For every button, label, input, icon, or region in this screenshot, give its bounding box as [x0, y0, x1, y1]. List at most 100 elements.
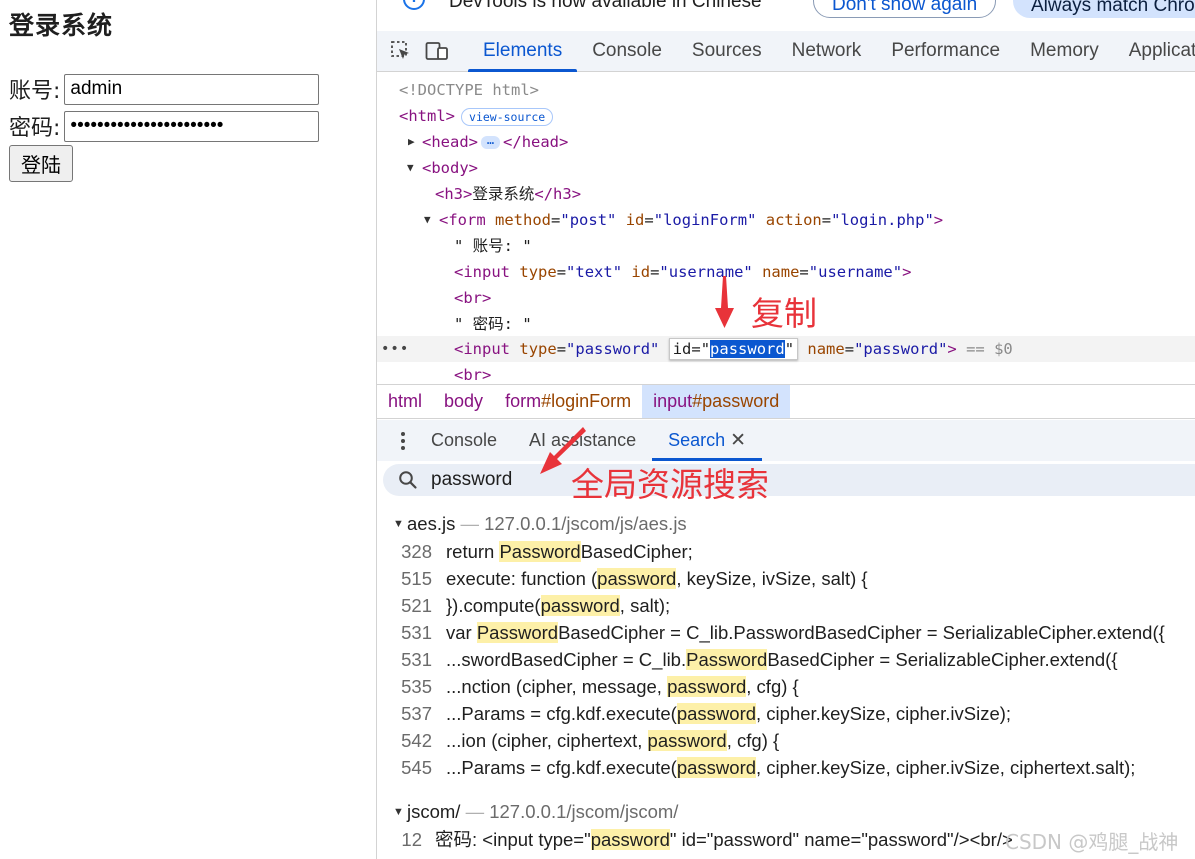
- devtools-panel: i DevTools is now available in Chinese D…: [376, 0, 1195, 859]
- match-highlight: password: [540, 595, 620, 616]
- breadcrumb-html[interactable]: html: [377, 385, 433, 418]
- dom-node-doctype[interactable]: <!DOCTYPE html>: [377, 77, 1195, 103]
- code-text: , keySize, ivSize, salt) {: [676, 568, 868, 589]
- line-number: 521: [401, 595, 432, 616]
- dom-node-html[interactable]: <html> view-source: [377, 103, 1195, 129]
- code-text: BasedCipher = C_lib.PasswordBasedCipher …: [558, 622, 1165, 643]
- code-text: , cipher.keySize, cipher.ivSize);: [756, 703, 1012, 724]
- dom-node-text-account[interactable]: " 账号: ": [377, 233, 1195, 259]
- selected-node-marker: == $0: [966, 340, 1013, 358]
- code-text: ...Params = cfg.kdf.execute(: [446, 703, 677, 724]
- always-match-chrome-button[interactable]: Always match Chrome: [1013, 0, 1195, 18]
- breadcrumb-body[interactable]: body: [433, 385, 494, 418]
- line-number: 328: [401, 541, 432, 562]
- line-number: 535: [401, 676, 432, 697]
- dom-node-input-username[interactable]: <input type="text" id="username" name="u…: [377, 259, 1195, 285]
- close-icon[interactable]: ✕: [730, 429, 746, 452]
- match-highlight: password: [667, 676, 747, 697]
- selected-attribute-value[interactable]: password: [710, 340, 785, 358]
- username-input[interactable]: [64, 73, 320, 105]
- device-toolbar-icon[interactable]: [425, 38, 449, 64]
- drawer-tab-search[interactable]: Search ✕: [652, 420, 763, 461]
- password-row: 密码:: [9, 110, 320, 142]
- login-button[interactable]: 登陆: [9, 145, 73, 182]
- result-code: 密码: <input type="password" id="password"…: [435, 826, 1013, 853]
- code-text: " id="password" name="password"/><br/>: [669, 829, 1013, 850]
- result-code: var PasswordBasedCipher = C_lib.Password…: [446, 619, 1165, 646]
- drawer-tab-console[interactable]: Console: [415, 420, 513, 461]
- match-highlight: password: [590, 829, 670, 850]
- watermark: CSDN @鸡腿_战神: [1005, 830, 1179, 854]
- dont-show-again-button[interactable]: Don't show again: [813, 0, 997, 18]
- result-code: execute: function (password, keySize, iv…: [446, 565, 868, 592]
- result-file-url: 127.0.0.1/jscom/js/aes.js: [484, 513, 687, 534]
- code-text: ...Params = cfg.kdf.execute(: [446, 757, 677, 778]
- password-input[interactable]: [64, 110, 320, 142]
- line-number: 531: [401, 622, 432, 643]
- page-heading: 登录系统: [9, 11, 114, 40]
- line-number: 537: [401, 703, 432, 724]
- expand-triangle-icon[interactable]: ▶: [408, 129, 415, 155]
- html-tag: html: [408, 107, 446, 125]
- drawer-tabbar: Console AI assistance Search ✕: [377, 420, 1195, 461]
- dom-node-body[interactable]: ▼ <body>: [377, 155, 1195, 181]
- tab-console[interactable]: Console: [577, 31, 677, 72]
- result-code: }).compute(password, salt);: [446, 592, 670, 619]
- collapse-triangle-icon[interactable]: ▼: [393, 511, 404, 537]
- result-code: ...ion (cipher, ciphertext, password, cf…: [446, 727, 779, 754]
- dom-node-br[interactable]: <br>: [377, 362, 1195, 384]
- match-highlight: Password: [476, 622, 559, 643]
- line-number: 531: [401, 649, 432, 670]
- copy-annotation: 复制: [751, 294, 817, 333]
- result-code: ...swordBasedCipher = C_lib.PasswordBase…: [446, 646, 1118, 673]
- language-infobar: i DevTools is now available in Chinese D…: [377, 0, 1195, 31]
- code-text: , cfg) {: [726, 730, 780, 751]
- breadcrumb-form[interactable]: form #loginForm: [494, 385, 642, 418]
- collapsed-children-badge[interactable]: …: [481, 134, 501, 149]
- breadcrumb: html body form #loginForm input #password: [377, 384, 1195, 419]
- match-highlight: Password: [686, 649, 768, 670]
- result-file-name: jscom/: [407, 801, 461, 822]
- result-code: return PasswordBasedCipher;: [446, 538, 693, 565]
- username-row: 账号:: [9, 73, 320, 105]
- result-file-url: 127.0.0.1/jscom/jscom/: [489, 801, 679, 822]
- collapse-triangle-icon[interactable]: ▼: [393, 799, 404, 825]
- match-highlight: password: [647, 730, 727, 751]
- doctype-text: <!DOCTYPE html>: [399, 81, 539, 99]
- attribute-editor[interactable]: id="password": [668, 338, 799, 360]
- collapse-triangle-icon[interactable]: ▼: [407, 155, 414, 181]
- match-highlight: password: [676, 703, 757, 724]
- line-number: 545: [401, 757, 432, 778]
- code-text: execute: function (: [446, 568, 598, 589]
- web-page: 登录系统 账号: 密码: 登陆: [0, 0, 376, 859]
- collapse-triangle-icon[interactable]: ▼: [424, 207, 431, 233]
- line-number: 542: [401, 730, 432, 751]
- tab-application[interactable]: Application: [1114, 31, 1195, 72]
- tab-elements[interactable]: Elements: [468, 31, 578, 72]
- dom-node-h3[interactable]: <h3>登录系统</h3>: [377, 181, 1195, 207]
- match-highlight: password: [676, 757, 757, 778]
- h3-text: 登录系统: [472, 185, 535, 203]
- tab-sources[interactable]: Sources: [677, 31, 777, 72]
- drawer-menu-icon[interactable]: [391, 431, 415, 450]
- code-text: , salt);: [619, 595, 671, 616]
- dom-node-head[interactable]: ▶ <head>… </head>: [377, 129, 1195, 155]
- match-highlight: Password: [499, 541, 581, 562]
- code-text: , cipher.keySize, cipher.ivSize, ciphert…: [756, 757, 1136, 778]
- code-text: 密码: <input type=": [435, 829, 591, 850]
- tab-memory[interactable]: Memory: [1015, 31, 1114, 72]
- dom-node-form[interactable]: ▼ <form method="post" id="loginForm" act…: [377, 207, 1195, 233]
- breadcrumb-input[interactable]: input #password: [642, 385, 791, 418]
- tab-performance[interactable]: Performance: [876, 31, 1015, 72]
- view-source-badge[interactable]: view-source: [461, 107, 554, 126]
- code-text: , cfg) {: [746, 676, 799, 697]
- more-actions-icon[interactable]: •••: [381, 336, 409, 362]
- inspect-element-icon[interactable]: [390, 38, 412, 64]
- tab-network[interactable]: Network: [777, 31, 877, 72]
- code-text: ...ion (cipher, ciphertext,: [446, 730, 648, 751]
- code-text: }).compute(: [446, 595, 541, 616]
- result-code: ...nction (cipher, message, password, cf…: [446, 673, 799, 700]
- code-text: ...nction (cipher, message,: [446, 676, 668, 697]
- dom-node-input-password-selected[interactable]: ••• <input type="password" id="password"…: [377, 336, 1195, 362]
- body-tag: body: [431, 159, 469, 177]
